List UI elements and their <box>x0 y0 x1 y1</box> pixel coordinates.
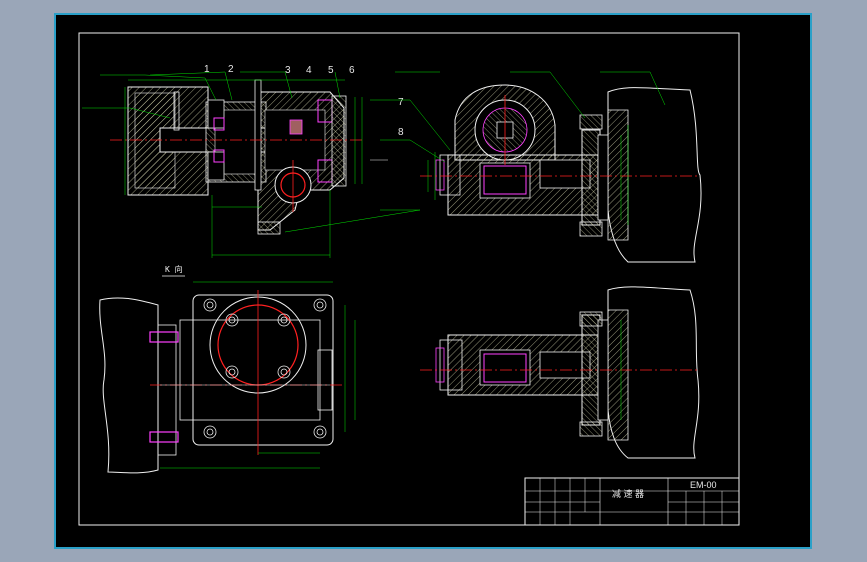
balloon-4: 4 <box>306 65 312 76</box>
balloon-3: 3 <box>285 65 291 76</box>
balloon-5: 5 <box>328 65 334 76</box>
balloon-6: 6 <box>349 65 355 76</box>
drawing-name: 减 速 器 <box>612 488 644 499</box>
balloon-7: 7 <box>398 97 404 108</box>
cad-viewport[interactable]: 1 2 3 4 5 6 7 8 K 向 EM-00 减 速 器 <box>0 0 867 562</box>
drawing-number: EM-00 <box>690 480 717 490</box>
k-view-label: K 向 <box>165 264 183 274</box>
cad-drawing: 1 2 3 4 5 6 7 8 K 向 EM-00 减 速 器 <box>54 13 812 549</box>
balloon-2: 2 <box>228 64 234 75</box>
balloon-8: 8 <box>398 127 404 138</box>
balloon-1: 1 <box>204 64 210 75</box>
